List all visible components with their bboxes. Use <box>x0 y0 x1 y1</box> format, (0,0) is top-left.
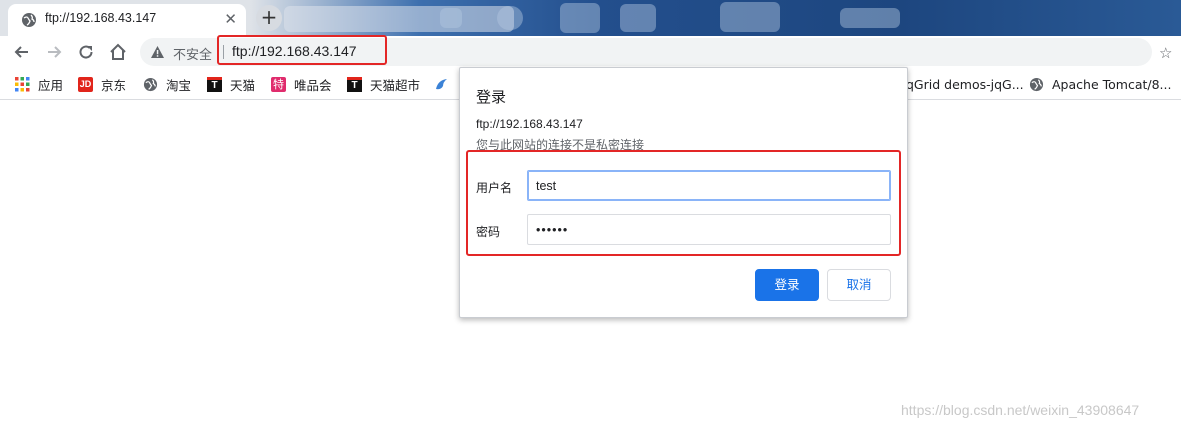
bookmark-label: 天猫 <box>230 77 256 93</box>
bookmark-jd[interactable]: JD 京东 <box>78 75 126 93</box>
bookmark-label: 京东 <box>101 77 127 93</box>
bird-icon <box>436 78 447 89</box>
bookmark-label: 淘宝 <box>166 77 192 93</box>
bookmark-tomcat[interactable]: Apache Tomcat/8... <box>1029 75 1171 93</box>
bookmark-partial[interactable] <box>434 75 457 93</box>
background-blur <box>284 6 514 32</box>
tab-title: ftp://192.168.43.147 <box>45 11 157 25</box>
bookmark-vip[interactable]: 特 唯品会 <box>271 75 332 93</box>
bookmark-tmall-supermarket[interactable]: T 天猫超市 <box>347 75 420 93</box>
login-button[interactable]: 登录 <box>755 269 819 301</box>
cancel-button[interactable]: 取消 <box>827 269 891 301</box>
warning-icon <box>151 46 164 58</box>
bookmark-jqgrid[interactable]: qGrid demos-jqG... <box>906 75 1024 93</box>
reload-icon[interactable] <box>76 42 96 62</box>
back-arrow-icon[interactable] <box>12 42 32 62</box>
dialog-title: 登录 <box>476 88 507 106</box>
star-icon[interactable]: ☆ <box>1159 44 1172 62</box>
apps-grid-icon <box>15 76 30 91</box>
globe-icon <box>1029 77 1044 91</box>
background-blur <box>560 3 600 33</box>
bookmark-apps[interactable]: 应用 <box>15 75 63 93</box>
tmall-icon: T <box>207 76 222 92</box>
background-blur <box>440 8 462 28</box>
watermark: https://blog.csdn.net/weixin_43908647 <box>901 402 1140 418</box>
tab-strip: ftp://192.168.43.147 ✕ + <box>0 0 1181 36</box>
forward-arrow-icon[interactable] <box>44 42 64 62</box>
background-blur <box>720 2 780 32</box>
globe-icon <box>22 13 36 27</box>
bookmark-label: 应用 <box>38 77 64 93</box>
jd-icon: JD <box>78 76 93 92</box>
credentials-highlight-box <box>466 150 901 256</box>
bookmark-label: qGrid demos-jqG... <box>906 76 1024 92</box>
close-icon[interactable]: ✕ <box>224 11 237 27</box>
globe-icon <box>143 77 158 91</box>
url-highlight-box <box>217 35 387 65</box>
bookmark-label: Apache Tomcat/8... <box>1052 76 1172 92</box>
vip-icon: 特 <box>271 76 286 92</box>
background-blur <box>497 6 523 30</box>
bookmark-label: 天猫超市 <box>370 77 421 93</box>
toolbar: 不安全 ftp://192.168.43.147 ☆ <box>0 36 1181 68</box>
bookmark-taobao[interactable]: 淘宝 <box>143 75 191 93</box>
dialog-site: ftp://192.168.43.147 <box>476 117 583 131</box>
bookmark-label: 唯品会 <box>294 77 332 93</box>
tmall-icon: T <box>347 76 362 92</box>
background-blur <box>840 8 900 28</box>
new-tab-button[interactable]: + <box>256 5 282 31</box>
home-icon[interactable] <box>108 42 128 62</box>
bookmark-tmall[interactable]: T 天猫 <box>207 75 255 93</box>
browser-tab[interactable]: ftp://192.168.43.147 ✕ <box>8 4 246 36</box>
security-status[interactable]: 不安全 <box>173 44 212 63</box>
background-blur <box>620 4 656 32</box>
